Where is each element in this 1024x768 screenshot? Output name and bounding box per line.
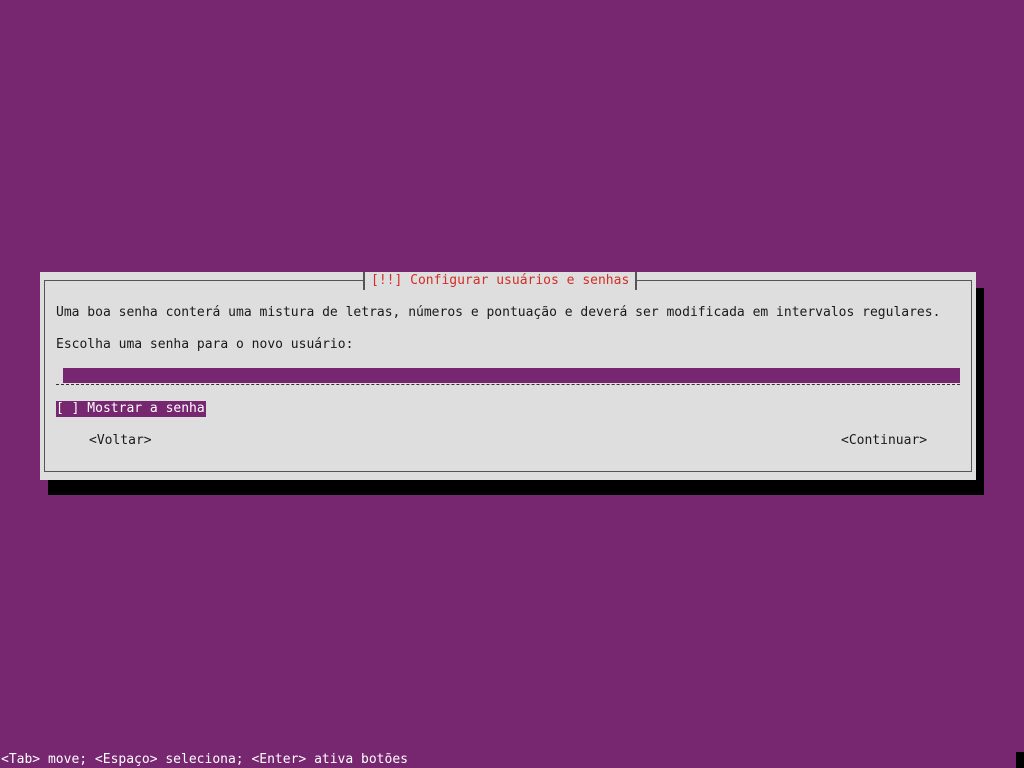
show-password-checkbox[interactable]: [ ] Mostrar a senha: [56, 401, 206, 417]
password-input[interactable]: [63, 368, 960, 383]
continue-button[interactable]: <Continuar>: [841, 433, 927, 449]
terminal-cursor: [1016, 752, 1024, 768]
dialog-description: Uma boa senha conterá uma mistura de let…: [56, 305, 941, 320]
keyboard-hint: <Tab> move; <Espaço> seleciona; <Enter> …: [1, 752, 408, 767]
password-field-underline: [56, 384, 960, 385]
user-password-dialog: [!!] Configurar usuários e senhas Uma bo…: [40, 272, 976, 480]
dialog-title: [!!] Configurar usuários e senhas: [363, 272, 638, 290]
installer-screen: [!!] Configurar usuários e senhas Uma bo…: [0, 0, 1024, 768]
back-button[interactable]: <Voltar>: [89, 433, 152, 449]
password-prompt: Escolha uma senha para o novo usuário:: [56, 337, 354, 352]
